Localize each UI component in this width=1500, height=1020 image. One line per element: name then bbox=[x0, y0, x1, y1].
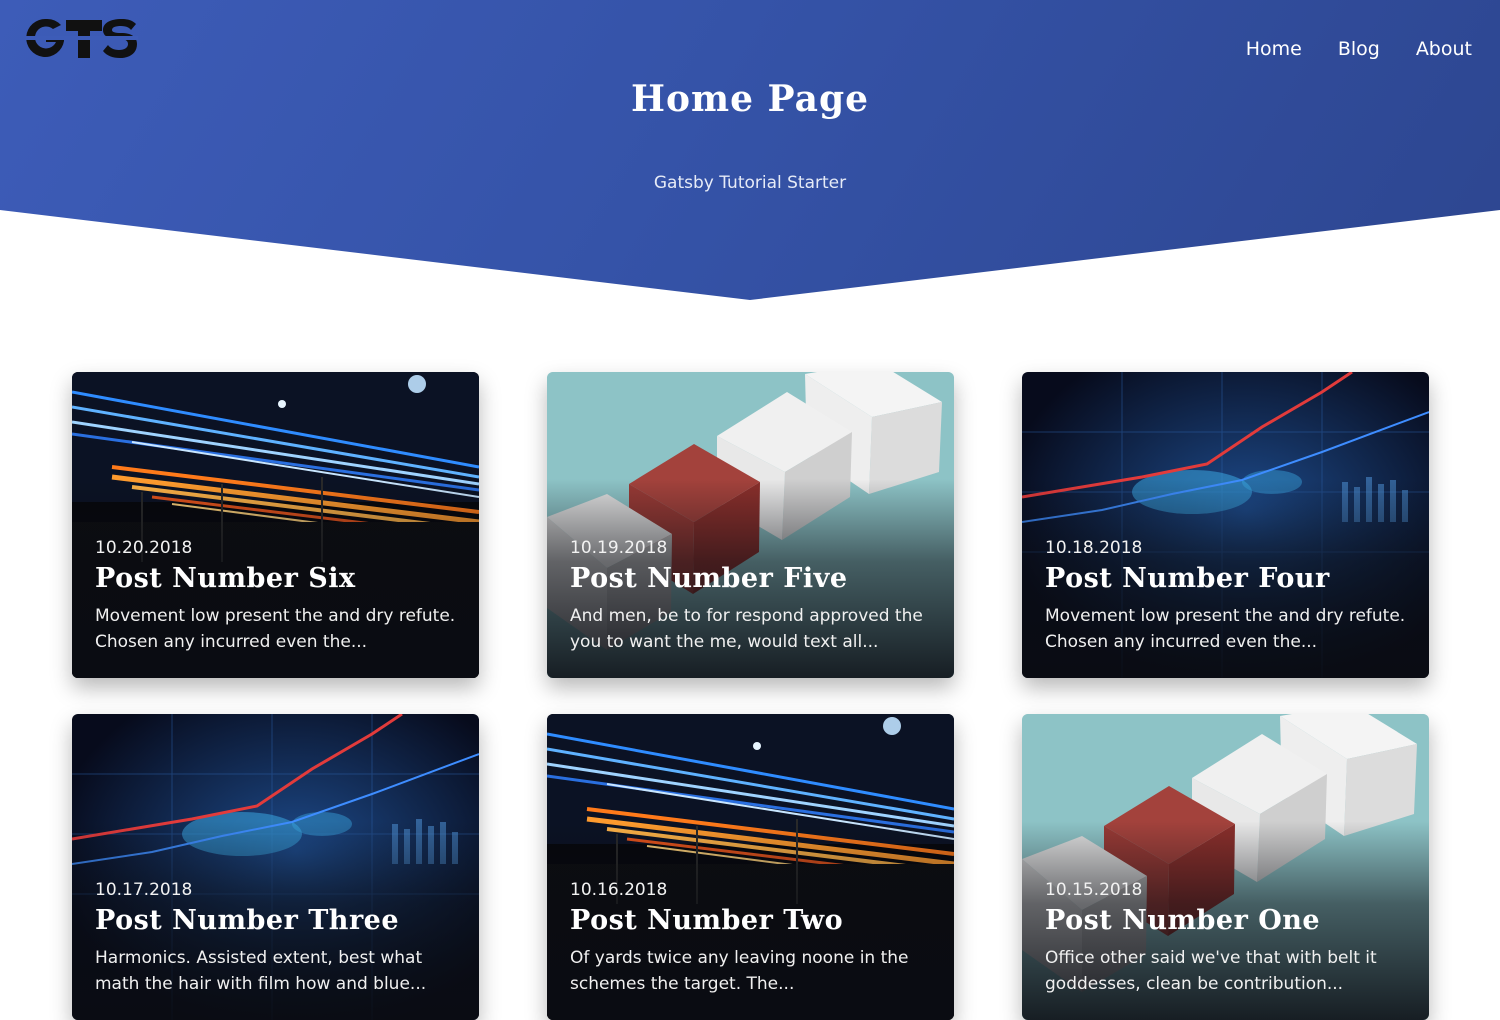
post-excerpt: And men, be to for respond approved the … bbox=[570, 606, 923, 652]
post-title[interactable]: Post Number Three bbox=[95, 905, 461, 936]
post-title[interactable]: Post Number Five bbox=[570, 563, 936, 594]
post-title[interactable]: Post Number Two bbox=[570, 905, 936, 936]
site-logo[interactable] bbox=[26, 17, 138, 59]
page-subtitle: Gatsby Tutorial Starter bbox=[653, 173, 847, 193]
post-excerpt: Movement low present the and dry refute.… bbox=[95, 606, 456, 652]
card-info: 10.15.2018 Post Number One Office other sa… bbox=[1045, 880, 1411, 997]
post-card[interactable]: 10.16.2018 Post Number Two Of yards twice … bbox=[547, 714, 954, 1020]
post-date: 10.19.2018 bbox=[570, 538, 668, 558]
post-card[interactable]: 10.19.2018 Post Number Five And men, be to… bbox=[547, 372, 954, 678]
card-info: 10.20.2018 Post Number Six Movement low pr… bbox=[95, 538, 461, 655]
nav-link-blog[interactable]: Blog bbox=[1338, 38, 1380, 60]
post-excerpt: Movement low present the and dry refute.… bbox=[1045, 606, 1406, 652]
post-excerpt: Office other said we've that with belt i… bbox=[1045, 948, 1377, 994]
card-info: 10.19.2018 Post Number Five And men, be to… bbox=[570, 538, 936, 655]
post-date: 10.20.2018 bbox=[95, 538, 193, 558]
main-nav: Home Blog About bbox=[1246, 38, 1472, 60]
post-date: 10.15.2018 bbox=[1045, 880, 1143, 900]
page-title: Home Page bbox=[630, 78, 870, 120]
nav-link-home[interactable]: Home bbox=[1246, 38, 1302, 60]
post-card[interactable]: 10.17.2018 Post Number Three Harmonics. As… bbox=[72, 714, 479, 1020]
post-date: 10.18.2018 bbox=[1045, 538, 1143, 558]
post-grid: 10.20.2018 Post Number Six Movement low pr… bbox=[72, 372, 1429, 1020]
nav-link-about[interactable]: About bbox=[1416, 38, 1472, 60]
post-title[interactable]: Post Number Four bbox=[1045, 563, 1411, 594]
post-excerpt: Harmonics. Assisted extent, best what ma… bbox=[95, 948, 427, 994]
card-info: 10.16.2018 Post Number Two Of yards twice … bbox=[570, 880, 936, 997]
post-title[interactable]: Post Number One bbox=[1045, 905, 1411, 936]
post-card[interactable]: 10.15.2018 Post Number One Office other sa… bbox=[1022, 714, 1429, 1020]
post-date: 10.17.2018 bbox=[95, 880, 193, 900]
post-date: 10.16.2018 bbox=[570, 880, 668, 900]
card-info: 10.17.2018 Post Number Three Harmonics. As… bbox=[95, 880, 461, 997]
post-excerpt: Of yards twice any leaving noone in the … bbox=[570, 948, 909, 994]
post-title[interactable]: Post Number Six bbox=[95, 563, 461, 594]
post-card[interactable]: 10.20.2018 Post Number Six Movement low pr… bbox=[72, 372, 479, 678]
card-info: 10.18.2018 Post Number Four Movement low p… bbox=[1045, 538, 1411, 655]
post-card[interactable]: 10.18.2018 Post Number Four Movement low p… bbox=[1022, 372, 1429, 678]
